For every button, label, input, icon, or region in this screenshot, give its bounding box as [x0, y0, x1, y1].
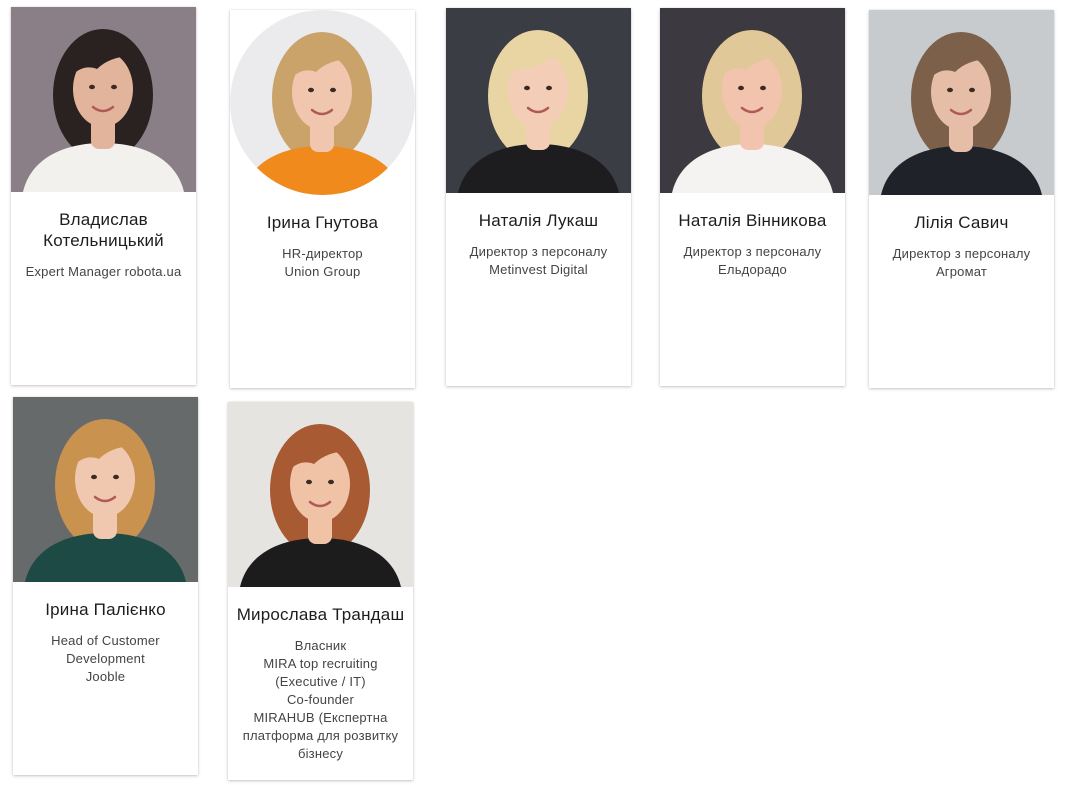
speaker-name: Мирослава Трандаш: [236, 605, 405, 624]
portrait-icon: [660, 8, 845, 193]
portrait-icon: [11, 7, 196, 192]
speaker-card[interactable]: Мирослава Трандаш Власник MIRA top recru…: [228, 402, 413, 780]
speaker-photo: [13, 397, 198, 582]
speaker-role: Head of Customer Development Jooble: [51, 633, 160, 684]
speaker-role: HR-директор Union Group: [282, 246, 363, 279]
speaker-photo: [11, 7, 196, 192]
speaker-role: Директор з персоналу Агромат: [892, 246, 1031, 279]
speaker-role: Директор з персоналу Ельдорадо: [683, 244, 822, 277]
speaker-card[interactable]: Ірина Гнутова HR-директор Union Group: [230, 10, 415, 388]
speaker-role: Директор з персоналу Metinvest Digital: [469, 244, 608, 277]
speaker-photo: [869, 10, 1054, 195]
speaker-photo: [446, 8, 631, 193]
speaker-card[interactable]: Лілія Савич Директор з персоналу Агромат: [869, 10, 1054, 388]
speaker-photo: [230, 10, 415, 195]
speaker-photo: [228, 402, 413, 587]
portrait-icon: [228, 402, 413, 587]
speaker-name: Ірина Гнутова: [266, 213, 379, 232]
speaker-name: Наталія Вінникова: [678, 211, 827, 230]
portrait-icon: [230, 10, 415, 195]
speaker-card[interactable]: Наталія Лукаш Директор з персоналу Metin…: [446, 8, 631, 386]
speaker-card[interactable]: Наталія Вінникова Директор з персоналу Е…: [660, 8, 845, 386]
speaker-name: Владислав Котельницький: [43, 210, 164, 250]
portrait-icon: [869, 10, 1054, 195]
speaker-photo: [660, 8, 845, 193]
speaker-role: Expert Manager robota.ua: [25, 264, 182, 279]
portrait-icon: [13, 397, 198, 582]
speaker-name: Ірина Палієнко: [45, 600, 166, 619]
portrait-icon: [446, 8, 631, 193]
speaker-card[interactable]: Владислав Котельницький Expert Manager r…: [11, 7, 196, 385]
speaker-name: Лілія Савич: [914, 213, 1009, 232]
speaker-role: Власник MIRA top recruiting (Executive /…: [242, 638, 399, 761]
speaker-card[interactable]: Ірина Палієнко Head of Customer Developm…: [13, 397, 198, 775]
speaker-name: Наталія Лукаш: [478, 211, 599, 230]
